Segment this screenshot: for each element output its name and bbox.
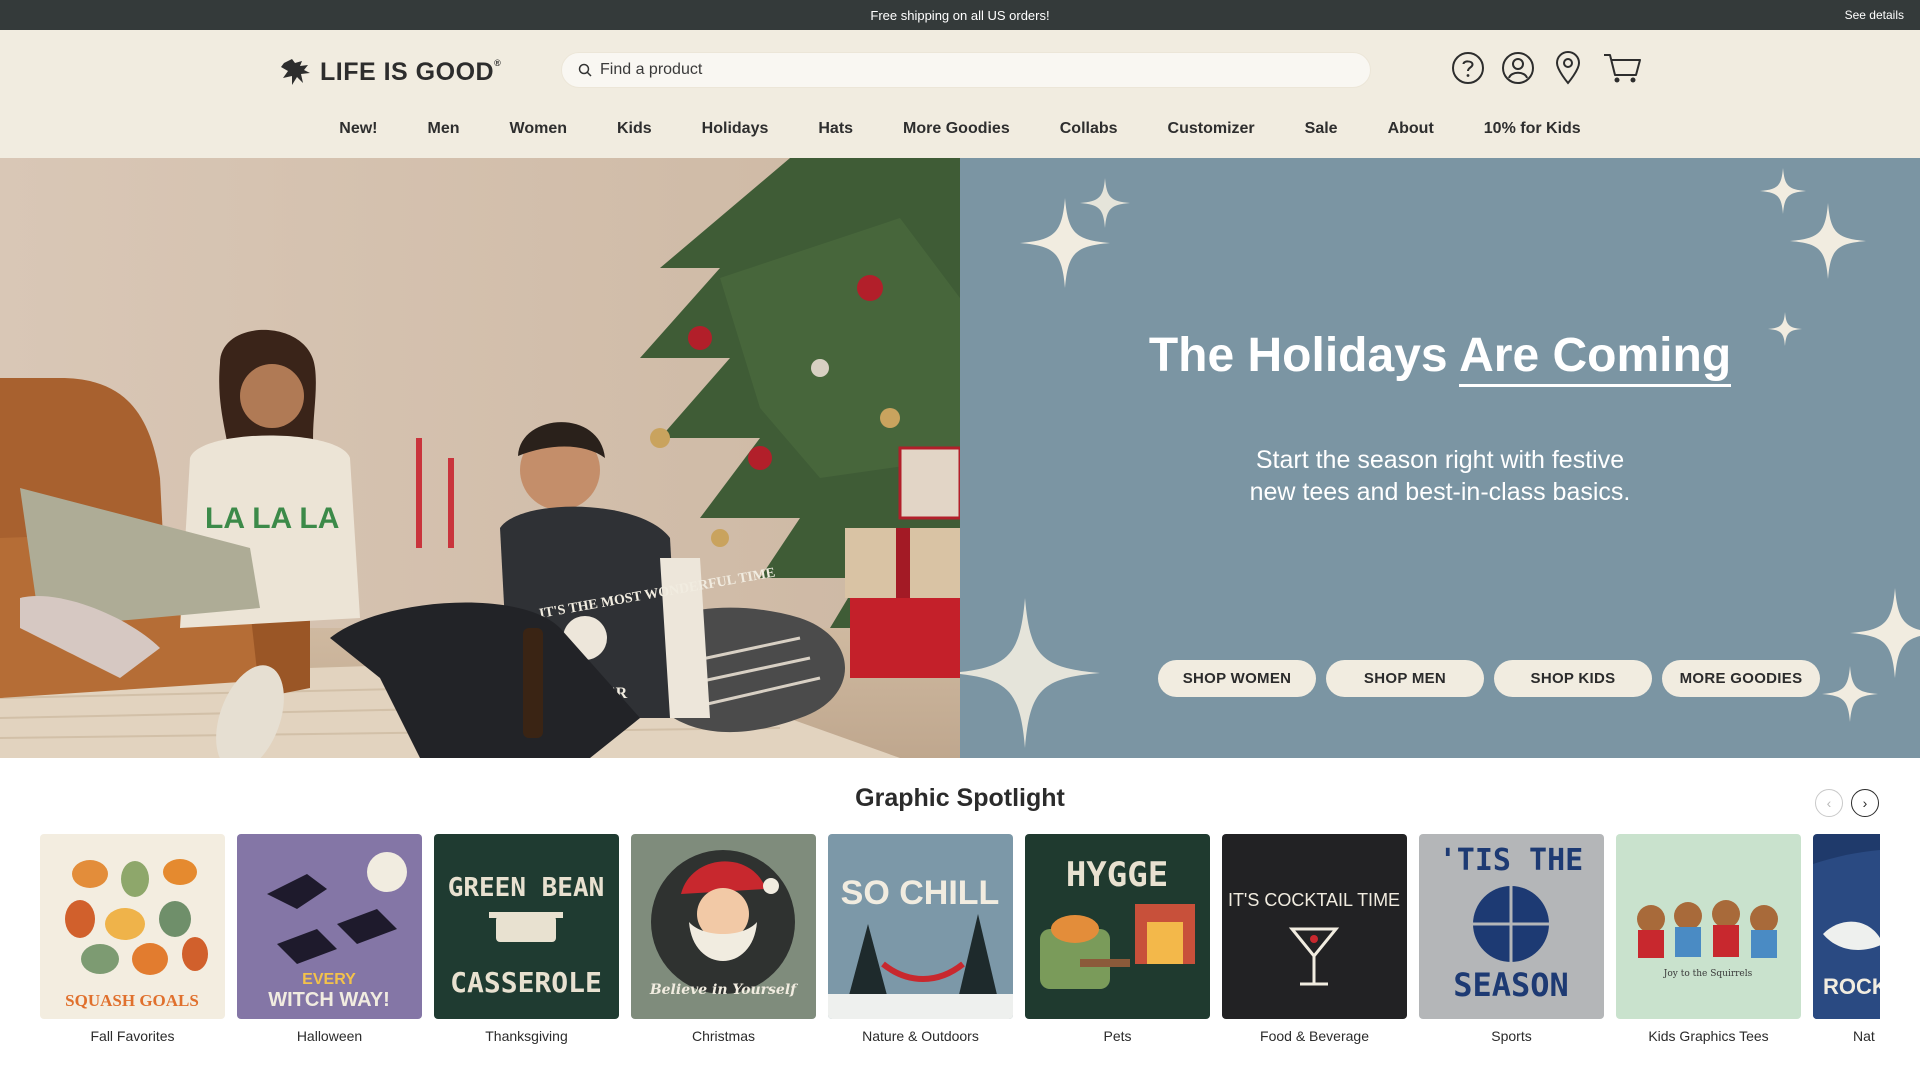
carousel-next-button[interactable]: ›	[1851, 789, 1879, 817]
tile-image: IT'S COCKTAIL TIME	[1222, 834, 1407, 1019]
chevron-right-icon: ›	[1862, 795, 1868, 811]
tile-image: SO CHILL	[828, 834, 1013, 1019]
tile-art-text: SO CHILL	[841, 874, 1000, 912]
sparkle-icon	[960, 598, 1100, 748]
tile-art-text: HYGGE	[1066, 855, 1168, 895]
hero-buttons: SHOP WOMEN SHOP MEN SHOP KIDS MORE GOODI…	[1158, 660, 1820, 697]
nav-holidays[interactable]: Holidays	[702, 120, 769, 154]
main-nav: New! Men Women Kids Holidays Hats More G…	[0, 120, 1920, 154]
nav-sale[interactable]: Sale	[1305, 120, 1338, 154]
help-icon[interactable]	[1450, 50, 1486, 86]
sparkle-icon	[1790, 203, 1866, 279]
hero-subtitle: Start the season right with festive new …	[1249, 446, 1631, 506]
spotlight-tile[interactable]: IT'S COCKTAIL TIME Food & Beverage	[1222, 834, 1407, 1044]
hero-panel: The Holidays Are Coming Start the season…	[960, 158, 1920, 758]
tile-label: Food & Beverage	[1260, 1028, 1369, 1044]
spotlight-tile[interactable]: 'TIS THE SEASON Sports	[1419, 834, 1604, 1044]
tile-art-text: SQUASH GOALS	[65, 991, 199, 1010]
hero-scene-image: LA LA LA IT'S THE MOST WONDERFUL TIME FO…	[0, 158, 960, 758]
nav-kids[interactable]: Kids	[617, 120, 652, 154]
header-icons	[1450, 50, 1644, 86]
nav-hats[interactable]: Hats	[818, 120, 853, 154]
svg-text:GREEN BEAN: GREEN BEAN	[448, 873, 605, 903]
search-bar[interactable]	[561, 52, 1371, 88]
see-details-link[interactable]: See details	[1845, 8, 1904, 22]
store-locator-icon[interactable]	[1550, 50, 1586, 86]
more-goodies-button[interactable]: MORE GOODIES	[1662, 660, 1820, 697]
nav-customizer[interactable]: Customizer	[1168, 120, 1255, 154]
spotlight-tile[interactable]: Believe in Yourself Christmas	[631, 834, 816, 1044]
carousel-prev-button[interactable]: ‹	[1815, 789, 1843, 817]
nav-men[interactable]: Men	[428, 120, 460, 154]
site-header: LIFE IS GOOD® New! Men Women Kids Holida…	[0, 30, 1920, 158]
tile-image: Believe in Yourself	[631, 834, 816, 1019]
tile-label: Fall Favorites	[90, 1028, 175, 1044]
shop-women-button[interactable]: SHOP WOMEN	[1158, 660, 1316, 697]
account-icon[interactable]	[1500, 50, 1536, 86]
spotlight-title: Graphic Spotlight	[855, 784, 1065, 812]
shop-men-button[interactable]: SHOP MEN	[1326, 660, 1484, 697]
tile-image: EVERY WITCH WAY!	[237, 834, 422, 1019]
spotlight-tile[interactable]: EVERY WITCH WAY! Halloween	[237, 834, 422, 1044]
nav-collabs[interactable]: Collabs	[1060, 120, 1118, 154]
svg-text:EVERY: EVERY	[302, 971, 356, 988]
tile-image: GREEN BEAN CASSEROLE	[434, 834, 619, 1019]
nav-new[interactable]: New!	[339, 120, 377, 154]
tile-image: 'TIS THE SEASON	[1419, 834, 1604, 1019]
cart-icon[interactable]	[1600, 50, 1644, 86]
tile-label: Nat	[1853, 1028, 1875, 1044]
tile-image: ROCKY	[1813, 834, 1880, 1019]
sparkle-icon	[1822, 666, 1878, 722]
nav-about[interactable]: About	[1388, 120, 1434, 154]
svg-text:WITCH WAY!: WITCH WAY!	[268, 989, 389, 1011]
nav-more-goodies[interactable]: More Goodies	[903, 120, 1010, 154]
tile-art-text: IT'S COCKTAIL TIME	[1228, 890, 1400, 910]
spotlight-carousel: SQUASH GOALS Fall Favorites EVERY WITCH …	[40, 834, 1880, 1054]
spotlight-tile[interactable]: SO CHILL Nature & Outdoors	[828, 834, 1013, 1044]
logo[interactable]: LIFE IS GOOD®	[280, 54, 501, 90]
announcement-bar: Free shipping on all US orders! See deta…	[0, 0, 1920, 30]
spotlight-tile[interactable]: ROCKY Nat	[1813, 834, 1880, 1044]
tile-art-text: ROCKY	[1823, 974, 1880, 999]
svg-text:SEASON: SEASON	[1453, 966, 1569, 1004]
spotlight-tile[interactable]: Joy to the Squirrels Kids Graphics Tees	[1616, 834, 1801, 1044]
tile-art-text: Believe in Yourself	[649, 982, 799, 998]
tile-image: HYGGE	[1025, 834, 1210, 1019]
chevron-left-icon: ‹	[1826, 795, 1832, 811]
svg-text:CASSEROLE: CASSEROLE	[450, 966, 602, 999]
announcement-text: Free shipping on all US orders!	[870, 7, 1050, 23]
spotlight-tile[interactable]: SQUASH GOALS Fall Favorites	[40, 834, 225, 1044]
search-icon	[578, 63, 592, 77]
tile-label: Kids Graphics Tees	[1648, 1028, 1769, 1044]
shop-kids-button[interactable]: SHOP KIDS	[1494, 660, 1652, 697]
logo-wordmark: LIFE IS GOOD®	[320, 57, 502, 86]
tile-label: Nature & Outdoors	[862, 1028, 979, 1044]
jake-figure-icon	[281, 59, 310, 85]
hero-photo[interactable]: LA LA LA IT'S THE MOST WONDERFUL TIME FO…	[0, 158, 960, 758]
nav-10-for-kids[interactable]: 10% for Kids	[1484, 120, 1581, 154]
tile-label: Christmas	[691, 1028, 755, 1044]
tile-label: Thanksgiving	[485, 1028, 568, 1044]
tile-label: Halloween	[296, 1028, 363, 1044]
sparkle-icon	[1080, 178, 1130, 228]
spotlight-tile[interactable]: GREEN BEAN CASSEROLE Thanksgiving	[434, 834, 619, 1044]
tile-label: Pets	[1103, 1028, 1132, 1044]
tile-image: Joy to the Squirrels	[1616, 834, 1801, 1019]
tile-art-text: Joy to the Squirrels	[1663, 969, 1753, 979]
sparkle-icon	[1850, 588, 1920, 678]
search-input[interactable]	[600, 61, 1340, 79]
nav-women[interactable]: Women	[510, 120, 567, 154]
tile-image: SQUASH GOALS	[40, 834, 225, 1019]
sweater-text: LA LA LA	[205, 502, 339, 535]
svg-text:'TIS THE: 'TIS THE	[1439, 843, 1584, 878]
hero-title: The Holidays Are Coming	[960, 328, 1920, 387]
spotlight-tile[interactable]: HYGGE Pets	[1025, 834, 1210, 1044]
tile-label: Sports	[1491, 1028, 1532, 1044]
